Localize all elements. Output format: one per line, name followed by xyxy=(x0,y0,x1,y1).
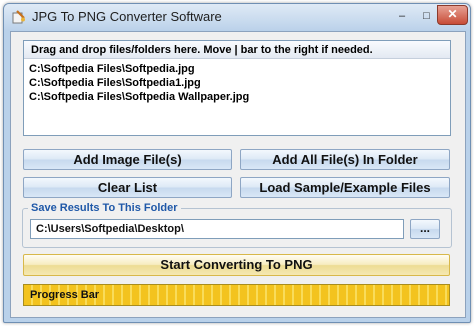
client-area: Drag and drop files/folders here. Move |… xyxy=(10,31,466,318)
list-item[interactable]: C:\Softpedia Files\Softpedia Wallpaper.j… xyxy=(29,91,249,103)
start-converting-button[interactable]: Start Converting To PNG xyxy=(23,254,450,276)
add-all-files-in-folder-button[interactable]: Add All File(s) In Folder xyxy=(240,149,450,170)
list-item[interactable]: C:\Softpedia Files\Softpedia1.jpg xyxy=(29,77,201,89)
minimize-button[interactable]: – xyxy=(390,8,414,25)
file-list[interactable]: Drag and drop files/folders here. Move |… xyxy=(23,40,451,136)
output-folder-input[interactable] xyxy=(30,219,404,239)
close-button[interactable]: ✕ xyxy=(437,5,468,25)
clear-list-button[interactable]: Clear List xyxy=(23,177,232,198)
load-sample-files-button[interactable]: Load Sample/Example Files xyxy=(240,177,450,198)
app-icon xyxy=(12,10,26,24)
add-image-files-button[interactable]: Add Image File(s) xyxy=(23,149,232,170)
app-window: JPG To PNG Converter Software – □ ✕ Drag… xyxy=(3,3,471,323)
browse-folder-button[interactable]: ... xyxy=(410,219,440,239)
save-results-label: Save Results To This Folder xyxy=(28,202,181,214)
file-list-header[interactable]: Drag and drop files/folders here. Move |… xyxy=(24,41,450,59)
maximize-button[interactable]: □ xyxy=(415,8,438,25)
progress-bar: Progress Bar xyxy=(23,284,450,306)
list-item[interactable]: C:\Softpedia Files\Softpedia.jpg xyxy=(29,63,195,75)
window-title: JPG To PNG Converter Software xyxy=(32,9,222,24)
title-bar[interactable]: JPG To PNG Converter Software – □ ✕ xyxy=(4,4,470,30)
progress-bar-label: Progress Bar xyxy=(30,289,100,301)
